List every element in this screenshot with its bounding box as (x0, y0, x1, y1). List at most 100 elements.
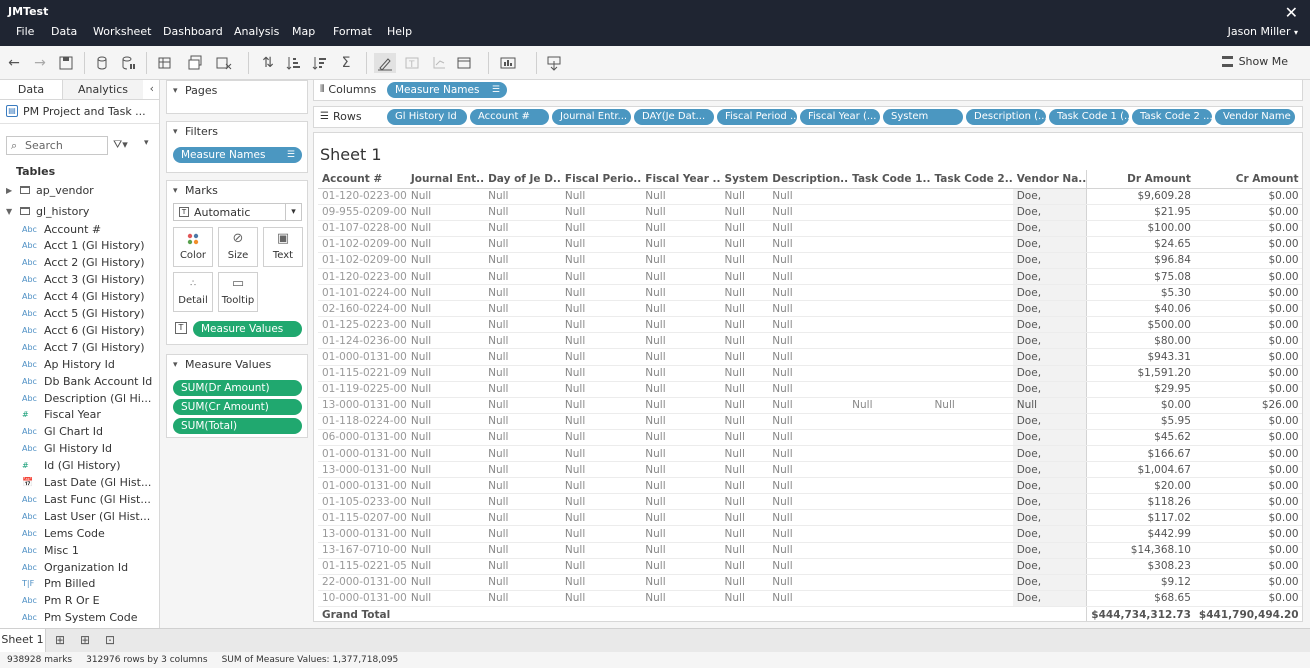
table-cell[interactable] (848, 558, 931, 575)
table-cell[interactable]: $117.02 (1086, 509, 1195, 527)
table-cell[interactable]: Null (560, 477, 642, 495)
table-cell[interactable] (848, 381, 931, 398)
forward-icon[interactable]: → (30, 53, 50, 73)
table-cell[interactable]: Null (560, 493, 642, 511)
rows-pill[interactable]: DAY(Je Dat... (634, 109, 714, 125)
show-me-button[interactable]: Show Me (1221, 55, 1288, 68)
table-cell[interactable]: Null (484, 558, 561, 575)
field-item[interactable]: Abc Organization Id (22, 559, 158, 575)
table-cell[interactable]: $100.00 (1086, 220, 1195, 237)
table-cell[interactable]: $14,368.10 (1086, 542, 1195, 559)
table-cell[interactable]: Null (406, 525, 485, 543)
table-cell[interactable]: $0.00 (1194, 477, 1302, 495)
column-header[interactable]: Description.. (768, 170, 849, 189)
text-button[interactable]: ▣ Text (263, 227, 303, 267)
table-cell[interactable]: Null (560, 348, 642, 366)
table-cell[interactable]: Null (484, 397, 561, 414)
table-cell[interactable] (930, 381, 1013, 398)
new-datasource-icon[interactable] (93, 53, 113, 73)
table-cell[interactable]: Null (768, 493, 849, 511)
table-cell[interactable]: Null (484, 429, 561, 447)
table-cell[interactable]: $166.67 (1086, 445, 1195, 463)
table-cell[interactable]: Null (406, 316, 485, 334)
table-cell[interactable]: Null (720, 445, 769, 463)
rows-pill[interactable]: Task Code 1 (... (1049, 109, 1129, 125)
table-cell[interactable]: Null (406, 558, 485, 575)
tab-sheet-1[interactable]: Sheet 1 (0, 629, 46, 652)
sort-descending-icon[interactable] (310, 53, 330, 73)
field-item[interactable]: 📅 Last Date (Gl Hist... (22, 475, 158, 491)
table-cell[interactable]: Null (406, 509, 485, 527)
table-cell[interactable]: $1,004.67 (1086, 461, 1195, 479)
table-cell[interactable]: $21.95 (1086, 204, 1195, 221)
table-cell[interactable] (848, 542, 931, 559)
swap-rows-columns-icon[interactable]: ⇅ (258, 53, 278, 73)
clear-sheet-icon[interactable] (214, 53, 234, 73)
table-cell[interactable]: Null (560, 461, 642, 479)
table-cell[interactable] (930, 525, 1013, 543)
field-item[interactable]: Abc Acct 3 (Gl History) (22, 272, 158, 288)
table-cell[interactable]: Null (406, 268, 485, 286)
table-cell[interactable]: Null (484, 525, 561, 543)
table-cell[interactable]: Null (720, 316, 769, 334)
table-cell[interactable]: $40.06 (1086, 300, 1195, 318)
table-cell[interactable]: Null (560, 252, 642, 269)
table-cell[interactable]: Null (641, 348, 721, 366)
table-cell[interactable]: Null (768, 284, 849, 302)
table-cell[interactable] (848, 477, 931, 495)
table-cell[interactable] (848, 332, 931, 350)
table-cell[interactable]: Null (641, 220, 721, 237)
table-cell[interactable]: Doe, (1012, 284, 1087, 302)
table-cell[interactable] (930, 252, 1013, 269)
table-cell[interactable]: $0.00 (1194, 220, 1302, 237)
table-cell[interactable]: Doe, (1012, 300, 1087, 318)
table-cell[interactable] (848, 188, 931, 205)
table-cell[interactable]: $9,609.28 (1086, 188, 1195, 205)
table-cell[interactable]: Null (484, 348, 561, 366)
table-cell[interactable]: Null (720, 332, 769, 350)
table-cell[interactable]: Null (560, 509, 642, 527)
table-cell[interactable]: Null (406, 590, 485, 607)
rows-pill[interactable]: Description (... (966, 109, 1046, 125)
tab-analytics[interactable]: Analytics (63, 80, 143, 99)
table-cell[interactable]: Doe, (1012, 204, 1087, 221)
column-header[interactable]: System (720, 170, 769, 189)
table-cell[interactable]: Null (484, 188, 561, 205)
table-cell[interactable]: 10-000-0131-00 (318, 590, 407, 607)
table-cell[interactable]: 01-119-0225-00 (318, 381, 407, 398)
new-dashboard-tab-icon[interactable]: ⊞ (77, 632, 93, 648)
table-cell[interactable]: Null (641, 477, 721, 495)
rows-pill[interactable]: Journal Entr... (552, 109, 631, 125)
collapse-icon[interactable]: ‹ (150, 82, 154, 95)
table-cell[interactable]: Null (406, 365, 485, 382)
table-cell[interactable]: Null (641, 236, 721, 253)
table-cell[interactable]: $0.00 (1194, 300, 1302, 318)
table-cell[interactable]: Null (641, 316, 721, 334)
field-item[interactable]: Abc Description (Gl Hi... (22, 390, 158, 406)
table-cell[interactable] (848, 348, 931, 366)
table-cell[interactable]: Null (720, 268, 769, 286)
table-cell[interactable] (930, 236, 1013, 253)
table-cell[interactable] (930, 188, 1013, 205)
table-cell[interactable]: Null (560, 268, 642, 286)
table-cell[interactable]: Null (720, 477, 769, 495)
field-item[interactable]: Abc Misc 1 (22, 542, 158, 558)
filter-pill-measure-names[interactable]: Measure Names ☰ (173, 147, 302, 163)
fit-icon[interactable] (454, 53, 474, 73)
column-header[interactable]: Task Code 2.. (930, 170, 1013, 189)
table-cell[interactable]: Null (484, 236, 561, 253)
table-cell[interactable]: Null (768, 461, 849, 479)
table-cell[interactable]: Null (406, 204, 485, 221)
table-cell[interactable]: $0.00 (1194, 509, 1302, 527)
table-cell[interactable] (848, 574, 931, 591)
table-cell[interactable] (930, 348, 1013, 366)
table-cell[interactable]: Null (406, 542, 485, 559)
table-cell[interactable]: Null (560, 300, 642, 318)
table-cell[interactable]: Null (641, 188, 721, 205)
table-cell[interactable]: Null (768, 429, 849, 447)
table-cell[interactable]: Null (768, 316, 849, 334)
table-cell[interactable]: Null (560, 204, 642, 221)
table-cell[interactable]: $0.00 (1194, 204, 1302, 221)
rows-pill[interactable]: Vendor Name (1215, 109, 1295, 125)
table-cell[interactable]: Null (406, 300, 485, 318)
